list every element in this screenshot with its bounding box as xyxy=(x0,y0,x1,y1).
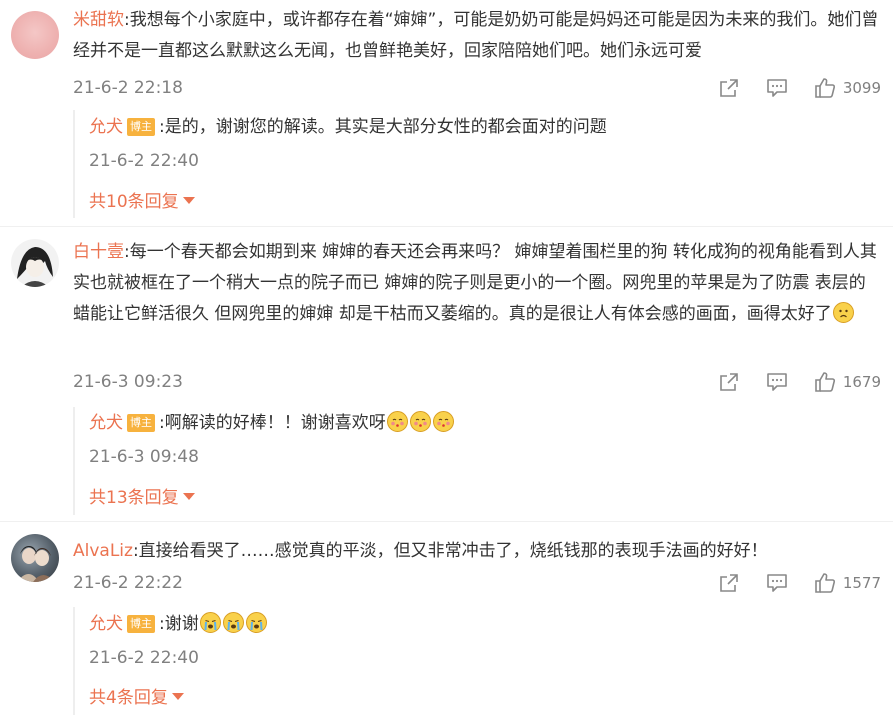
reply-text: 允犬 博主:啊解读的好棒！！谢谢喜欢呀 xyxy=(89,410,455,436)
blush-face-icon xyxy=(432,411,454,432)
reply-username[interactable]: 允犬 xyxy=(89,614,123,634)
author-badge: 博主 xyxy=(127,118,155,136)
caret-down-icon xyxy=(182,197,195,204)
comment-content: :我想每个小家庭中，或许都存在着“婶婶”，可能是奶奶可能是妈妈还可能是因为未来的… xyxy=(73,10,879,61)
more-replies-label: 共10条回复 xyxy=(89,192,179,212)
reply-box: 允犬 博主:谢谢 21-6-2 22:40 共4条回复 xyxy=(73,607,883,715)
more-replies-label: 共4条回复 xyxy=(89,688,168,708)
comment-meta: 21-6-2 22:22 1577 xyxy=(73,571,881,595)
reply-username[interactable]: 允犬 xyxy=(89,117,123,137)
avatar[interactable] xyxy=(11,534,59,582)
author-badge: 博主 xyxy=(127,615,155,633)
comment-icon[interactable] xyxy=(765,76,789,100)
reply-content: :啊解读的好棒！！谢谢喜欢呀 xyxy=(159,413,386,433)
sad-face-icon xyxy=(832,302,854,323)
like-count: 3099 xyxy=(842,79,881,97)
avatar[interactable] xyxy=(11,239,59,287)
reply-time: 21-6-2 22:40 xyxy=(89,151,199,171)
comment-actions: 1679 xyxy=(717,370,881,394)
comment-actions: 3099 xyxy=(717,76,881,100)
comment-content: :每一个春天都会如期到来 婶婶的春天还会再来吗？ 婶婶望着围栏里的狗 转化成狗的… xyxy=(73,242,877,324)
comment-actions: 1577 xyxy=(717,571,881,595)
author-badge: 博主 xyxy=(127,414,155,432)
share-icon[interactable] xyxy=(717,571,741,595)
comment-username[interactable]: AlvaLiz xyxy=(73,541,133,561)
comment-item: AlvaLiz:直接给看哭了……感觉真的平淡，但又非常冲击了，烧纸钱那的表现手法… xyxy=(0,522,893,727)
comment-username[interactable]: 米甜软 xyxy=(73,10,124,30)
comment-username[interactable]: 白十壹 xyxy=(73,242,124,262)
comment-text: 白十壹:每一个春天都会如期到来 婶婶的春天还会再来吗？ 婶婶望着围栏里的狗 转化… xyxy=(73,237,881,330)
reply-content: :是的，谢谢您的解读。其实是大部分女性的都会面对的问题 xyxy=(159,117,607,137)
comment-item: 白十壹:每一个春天都会如期到来 婶婶的春天还会再来吗？ 婶婶望着围栏里的狗 转化… xyxy=(0,227,893,517)
comment-icon[interactable] xyxy=(765,571,789,595)
reply-content: :谢谢 xyxy=(159,614,199,634)
caret-down-icon xyxy=(182,493,195,500)
more-replies-link[interactable]: 共4条回复 xyxy=(89,686,184,710)
blush-face-icon xyxy=(386,411,408,432)
like-icon[interactable] xyxy=(813,76,837,100)
comment-time: 21-6-3 09:23 xyxy=(73,372,183,392)
reply-box: 允犬 博主:啊解读的好棒！！谢谢喜欢呀 21-6-3 09:48 共13条回复 xyxy=(73,407,883,515)
more-replies-link[interactable]: 共13条回复 xyxy=(89,486,195,510)
share-icon[interactable] xyxy=(717,370,741,394)
reply-username[interactable]: 允犬 xyxy=(89,413,123,433)
crying-face-icon xyxy=(222,612,244,633)
comment-time: 21-6-2 22:18 xyxy=(73,78,183,98)
comment-meta: 21-6-3 09:23 1679 xyxy=(73,370,881,394)
caret-down-icon xyxy=(171,693,184,700)
comment-content: :直接给看哭了……感觉真的平淡，但又非常冲击了，烧纸钱那的表现手法画的好好！ xyxy=(132,541,768,561)
comment-text: AlvaLiz:直接给看哭了……感觉真的平淡，但又非常冲击了，烧纸钱那的表现手法… xyxy=(73,536,881,567)
reply-box: 允犬 博主:是的，谢谢您的解读。其实是大部分女性的都会面对的问题 21-6-2 2… xyxy=(73,110,883,218)
reply-time: 21-6-3 09:48 xyxy=(89,447,199,467)
more-replies-link[interactable]: 共10条回复 xyxy=(89,190,195,214)
crying-face-icon xyxy=(245,612,267,633)
comment-time: 21-6-2 22:22 xyxy=(73,573,183,593)
comment-icon[interactable] xyxy=(765,370,789,394)
reply-text: 允犬 博主:是的，谢谢您的解读。其实是大部分女性的都会面对的问题 xyxy=(89,114,607,140)
comment-item: 米甜软:我想每个小家庭中，或许都存在着“婶婶”，可能是奶奶可能是妈妈还可能是因为… xyxy=(0,0,893,220)
like-count: 1679 xyxy=(842,373,881,391)
like-icon[interactable] xyxy=(813,571,837,595)
like-count: 1577 xyxy=(842,574,881,592)
more-replies-label: 共13条回复 xyxy=(89,488,179,508)
reply-text: 允犬 博主:谢谢 xyxy=(89,611,268,637)
comment-meta: 21-6-2 22:18 3099 xyxy=(73,76,881,100)
like-icon[interactable] xyxy=(813,370,837,394)
crying-face-icon xyxy=(199,612,221,633)
comment-text: 米甜软:我想每个小家庭中，或许都存在着“婶婶”，可能是奶奶可能是妈妈还可能是因为… xyxy=(73,5,881,67)
share-icon[interactable] xyxy=(717,76,741,100)
blush-face-icon xyxy=(409,411,431,432)
avatar[interactable] xyxy=(11,11,59,59)
reply-time: 21-6-2 22:40 xyxy=(89,648,199,668)
